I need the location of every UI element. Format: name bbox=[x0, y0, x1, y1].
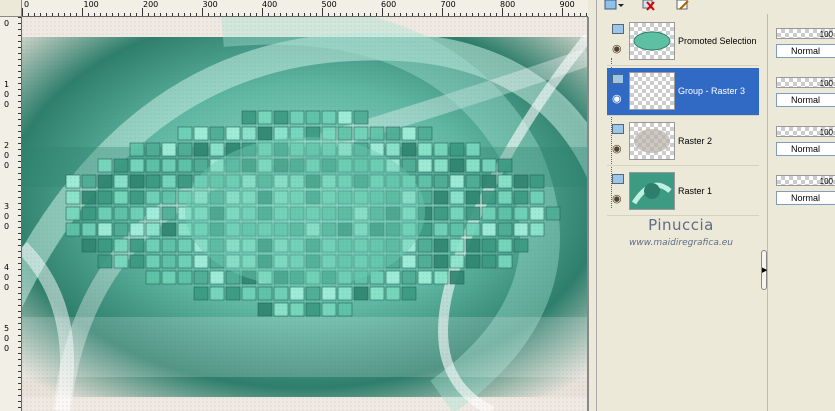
ruler-top-label: 800 bbox=[500, 0, 516, 9]
layer-type-icon bbox=[612, 74, 624, 84]
ruler-top-label: 200 bbox=[143, 0, 159, 9]
layer-thumbnail bbox=[629, 122, 675, 160]
blend-mode-select[interactable]: Normal bbox=[776, 142, 835, 156]
ruler-left-label: 3 0 0 bbox=[3, 202, 10, 231]
visibility-eye-icon[interactable]: ◉ bbox=[612, 44, 622, 55]
ruler-vertical: 0 1 0 0 2 0 0 3 0 0 4 0 0 5 0 0 bbox=[0, 17, 22, 411]
ruler-corner bbox=[0, 0, 22, 17]
layer-thumbnail bbox=[629, 22, 675, 60]
ruler-left-label: 1 0 0 bbox=[3, 80, 10, 109]
ruler-horizontal: 0 100 200 300 400 500 600 700 800 900 bbox=[22, 0, 588, 17]
layer-name: Raster 2 bbox=[678, 136, 713, 146]
layer-props-3: 100 Normal bbox=[772, 171, 835, 215]
layer-props-2: 100 Normal bbox=[772, 122, 835, 166]
opacity-slider[interactable]: 100 bbox=[776, 126, 835, 137]
ruler-top-label: 300 bbox=[202, 0, 218, 9]
layer-row-promoted-selection[interactable]: ◉ Promoted Selection bbox=[607, 18, 759, 66]
opacity-slider[interactable]: 100 bbox=[776, 28, 835, 39]
image-canvas[interactable] bbox=[22, 17, 588, 411]
layer-row-raster-2[interactable]: ◉ Raster 2 bbox=[607, 118, 759, 166]
layer-props-0: 100 Normal bbox=[772, 24, 835, 68]
layer-thumbnail bbox=[629, 172, 675, 210]
ruler-top-label: 0 bbox=[24, 0, 30, 9]
visibility-eye-icon[interactable]: ◉ bbox=[612, 94, 622, 105]
watermark-url: www.maidiregrafica.eu bbox=[629, 238, 733, 248]
blend-mode-select[interactable]: Normal bbox=[776, 44, 835, 58]
ruler-left-label: 0 bbox=[3, 19, 10, 28]
psp-workspace: 0 100 200 300 400 500 600 700 800 900 0 1 0 0 2 0 0… bbox=[0, 0, 835, 411]
canvas-artwork bbox=[22, 17, 587, 411]
canvas-scroll-edge[interactable] bbox=[588, 17, 596, 411]
new-layer-icon[interactable] bbox=[603, 0, 625, 12]
layer-properties-column: 100 Normal 100 Normal 100 Normal 100 Nor… bbox=[767, 14, 835, 411]
opacity-slider[interactable]: 100 bbox=[776, 175, 835, 186]
layer-row-group-raster-3[interactable]: ◉ Group - Raster 3 bbox=[607, 68, 759, 116]
opacity-value: 100 bbox=[819, 79, 833, 88]
layers-palette: ◉ Promoted Selection ◉ Group - Raster 3 … bbox=[596, 0, 767, 411]
layer-row-raster-1[interactable]: ◉ Raster 1 bbox=[607, 168, 759, 216]
layer-name: Promoted Selection bbox=[678, 36, 757, 46]
opacity-value: 100 bbox=[819, 177, 833, 186]
layers-toolbar bbox=[597, 0, 765, 14]
blend-mode-select[interactable]: Normal bbox=[776, 93, 835, 107]
layer-name: Group - Raster 3 bbox=[678, 86, 746, 96]
layer-props-1: 100 Normal bbox=[772, 73, 835, 117]
ruler-left-label: 4 0 0 bbox=[3, 263, 10, 292]
delete-layer-icon[interactable] bbox=[641, 0, 657, 12]
ruler-top-label: 900 bbox=[559, 0, 575, 9]
opacity-value: 100 bbox=[819, 30, 833, 39]
opacity-slider[interactable]: 100 bbox=[776, 77, 835, 88]
watermark-title: Pinuccia bbox=[648, 216, 714, 234]
layer-type-icon bbox=[612, 24, 624, 34]
ruler-top-label: 600 bbox=[381, 0, 397, 9]
ruler-top-label: 500 bbox=[321, 0, 337, 9]
visibility-eye-icon[interactable]: ◉ bbox=[612, 194, 622, 205]
ruler-top-label: 400 bbox=[262, 0, 278, 9]
visibility-eye-icon[interactable]: ◉ bbox=[612, 144, 622, 155]
layer-thumbnail bbox=[629, 72, 675, 110]
ruler-top-label: 100 bbox=[83, 0, 99, 9]
edit-layer-icon[interactable] bbox=[675, 0, 691, 12]
ruler-left-label: 2 0 0 bbox=[3, 141, 10, 170]
layer-name: Raster 1 bbox=[678, 186, 713, 196]
opacity-value: 100 bbox=[819, 128, 833, 137]
layer-type-icon bbox=[612, 124, 624, 134]
ruler-left-label: 5 0 0 bbox=[3, 324, 10, 353]
blend-mode-select[interactable]: Normal bbox=[776, 191, 835, 205]
layer-list: ◉ Promoted Selection ◉ Group - Raster 3 … bbox=[607, 18, 759, 218]
layer-type-icon bbox=[612, 174, 624, 184]
ruler-top-label: 700 bbox=[440, 0, 456, 9]
